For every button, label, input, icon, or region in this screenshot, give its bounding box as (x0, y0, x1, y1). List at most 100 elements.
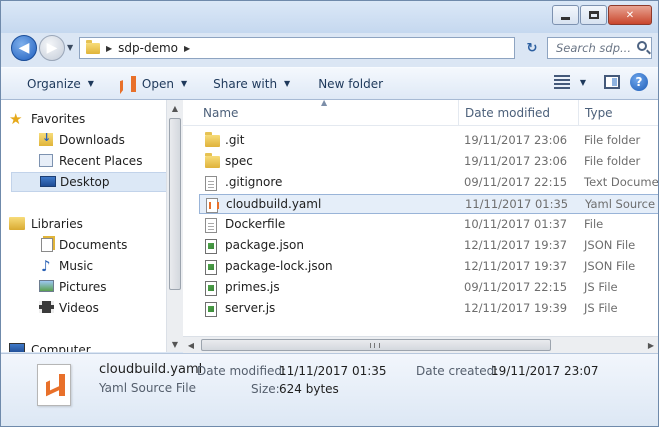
search-input[interactable]: Search sdp... (547, 37, 652, 59)
visual-studio-icon (120, 75, 136, 92)
nav-label: Favorites (31, 112, 86, 126)
details-date-modified-label: Date modified: (197, 364, 287, 378)
change-view-icon[interactable] (553, 75, 570, 89)
file-type: File (584, 217, 604, 231)
documents-icon (41, 238, 53, 252)
column-headers: ▲ Name Date modified Type (183, 100, 658, 126)
table-row[interactable]: server.js 12/11/2017 19:39 JS File (199, 299, 658, 319)
computer-icon (9, 343, 25, 352)
file-name: .gitignore (225, 175, 283, 189)
forward-button[interactable]: ▶ (39, 35, 65, 61)
nav-downloads[interactable]: Downloads (11, 130, 167, 150)
file-date: 09/11/2017 22:15 (464, 175, 568, 189)
scroll-right-icon[interactable]: ▶ (643, 337, 658, 353)
nav-libraries[interactable]: Libraries (9, 214, 165, 234)
file-date: 10/11/2017 01:37 (464, 217, 568, 231)
close-icon: ✕ (625, 9, 635, 21)
details-date-modified: 11/11/2017 01:35 (279, 364, 387, 378)
table-row[interactable]: package-lock.json 12/11/2017 19:37 JSON … (199, 257, 658, 277)
details-date-created-label: Date created: (416, 364, 499, 378)
nav-label: Music (59, 259, 94, 273)
new-folder-button[interactable]: New folder (310, 73, 391, 95)
js-file-icon (205, 281, 217, 296)
table-row[interactable]: Dockerfile 10/11/2017 01:37 File (199, 215, 658, 235)
table-row-selected[interactable]: cloudbuild.yaml 11/11/2017 01:35 Yaml So… (199, 194, 658, 214)
table-row[interactable]: .git 19/11/2017 23:06 File folder (199, 131, 658, 151)
breadcrumb-chevron-icon[interactable]: ▶ (106, 44, 112, 53)
nav-computer[interactable]: Computer (9, 340, 165, 352)
column-name[interactable]: Name (197, 100, 459, 126)
star-icon: ★ (9, 110, 23, 128)
table-row[interactable]: primes.js 09/11/2017 22:15 JS File (199, 278, 658, 298)
navigation-pane: ★ Favorites Downloads Recent Places Desk… (1, 100, 183, 352)
details-date-created: 19/11/2017 23:07 (491, 364, 599, 378)
column-type-label: Type (585, 106, 613, 120)
folder-icon (205, 132, 220, 147)
nav-label: Desktop (60, 175, 110, 189)
nav-videos[interactable]: Videos (11, 298, 167, 318)
file-type: Text Document (584, 175, 659, 189)
pictures-icon (39, 280, 54, 292)
vs-file-icon (206, 198, 219, 213)
file-name: package.json (225, 238, 305, 252)
chevron-down-icon: ▼ (87, 79, 94, 88)
address-row: ◀ ▶ ▼ ▶ sdp-demo ▶ ↻ Search sdp... (1, 33, 658, 63)
file-name: cloudbuild.yaml (226, 197, 322, 211)
nav-favorites[interactable]: ★ Favorites (9, 109, 165, 129)
file-date: 12/11/2017 19:37 (464, 259, 568, 273)
view-options-dropdown[interactable]: ▼ (580, 78, 586, 87)
share-with-button[interactable]: Share with ▼ (205, 73, 298, 95)
table-row[interactable]: .gitignore 09/11/2017 22:15 Text Documen… (199, 173, 659, 193)
preview-pane-icon[interactable] (604, 75, 620, 89)
nav-music[interactable]: ♪ Music (11, 256, 167, 276)
scroll-down-icon[interactable]: ▼ (167, 336, 183, 352)
horizontal-scrollbar[interactable]: ◀ ▶ (183, 336, 658, 353)
nav-recent-places[interactable]: Recent Places (11, 151, 167, 171)
help-icon[interactable]: ? (630, 73, 648, 91)
nav-pictures[interactable]: Pictures (11, 277, 167, 297)
js-file-icon (205, 302, 217, 317)
recent-pages-dropdown[interactable]: ▼ (67, 43, 73, 52)
refresh-icon: ↻ (526, 40, 538, 56)
back-button[interactable]: ◀ (11, 35, 37, 61)
file-type: JS File (584, 280, 618, 294)
forward-arrow-icon: ▶ (46, 40, 58, 56)
column-type[interactable]: Type (579, 100, 658, 126)
horizontal-scroll-thumb[interactable] (201, 339, 551, 351)
maximize-button[interactable] (580, 5, 607, 25)
file-date: 19/11/2017 23:06 (464, 154, 568, 168)
minimize-button[interactable] (552, 5, 579, 25)
scroll-left-icon[interactable]: ◀ (183, 337, 199, 353)
breadcrumb-chevron-icon[interactable]: ▶ (184, 44, 190, 53)
file-icon (205, 218, 217, 233)
file-name: primes.js (225, 280, 280, 294)
file-date: 12/11/2017 19:37 (464, 238, 568, 252)
text-file-icon (205, 176, 217, 191)
address-bar[interactable]: ▶ sdp-demo ▶ (79, 37, 515, 59)
nav-label: Libraries (31, 217, 83, 231)
organize-button[interactable]: Organize ▼ (19, 73, 102, 95)
file-list: ▲ Name Date modified Type .git 19/11/201… (183, 100, 659, 336)
desktop-icon (40, 176, 56, 187)
close-button[interactable]: ✕ (608, 5, 652, 25)
scroll-up-icon[interactable]: ▲ (167, 100, 183, 116)
folder-icon (205, 153, 220, 168)
table-row[interactable]: spec 19/11/2017 23:06 File folder (199, 152, 658, 172)
open-label: Open (141, 76, 174, 91)
file-type: JS File (584, 301, 618, 315)
chevron-down-icon[interactable]: ▼ (181, 79, 187, 88)
nav-label: Pictures (59, 280, 107, 294)
nav-desktop[interactable]: Desktop (11, 172, 167, 192)
nav-label: Documents (59, 238, 128, 252)
open-button[interactable]: Open ▼ (112, 73, 195, 95)
nav-label: Computer (31, 343, 91, 352)
breadcrumb-sdp-demo[interactable]: sdp-demo (118, 41, 178, 55)
nav-scrollbar[interactable]: ▲ ▼ (166, 100, 183, 352)
column-date-modified[interactable]: Date modified (459, 100, 579, 126)
window-controls: ✕ (552, 5, 652, 25)
nav-scroll-thumb[interactable] (169, 118, 181, 290)
table-row[interactable]: package.json 12/11/2017 19:37 JSON File (199, 236, 658, 256)
nav-documents[interactable]: Documents (11, 235, 167, 255)
refresh-button[interactable]: ↻ (521, 37, 543, 59)
new-folder-label: New folder (318, 76, 384, 91)
